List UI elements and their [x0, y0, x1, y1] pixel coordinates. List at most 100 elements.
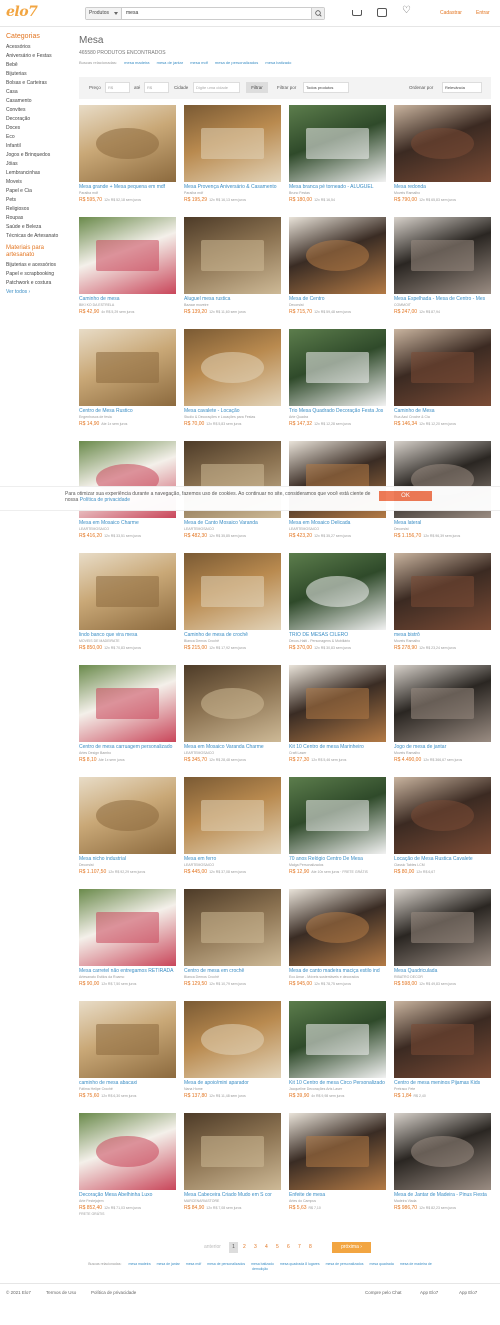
product-card[interactable]: Mesa Cabeceira Criado Mudo em S cor MARCE…	[184, 1113, 281, 1223]
product-image[interactable]	[394, 1113, 491, 1190]
product-image[interactable]	[79, 553, 176, 630]
related-search-link[interactable]: mesa quadrada 8 lugares	[280, 1262, 320, 1266]
related-search-link[interactable]: mesa madeira	[128, 1262, 150, 1266]
product-card[interactable]: lindo banco que vira mesa MOVEIS DE MADEI…	[79, 553, 176, 663]
product-store[interactable]: MARCENARIASTORE	[184, 1199, 281, 1203]
filter-button[interactable]: Filtrar	[246, 82, 268, 93]
product-store[interactable]: Artes Design Bambo	[79, 751, 176, 755]
product-title[interactable]: Mesa em Mosaico Charme	[79, 520, 176, 526]
privacy-link[interactable]: Política de privacidade	[91, 1290, 136, 1295]
product-store[interactable]: LEARTEMOSAICO	[184, 863, 281, 867]
product-image[interactable]	[289, 1001, 386, 1078]
tag-link[interactable]: mesa de jantar	[157, 60, 183, 65]
product-store[interactable]: Craft Laser	[289, 751, 386, 755]
sidebar-category-item[interactable]: Jóias	[6, 161, 68, 167]
product-image[interactable]	[289, 1113, 386, 1190]
product-title[interactable]: Enfeite de mesa	[289, 1192, 386, 1198]
related-search-link[interactable]: mesa de personalizados	[207, 1262, 245, 1266]
terms-link[interactable]: Termos de Uso	[46, 1290, 76, 1295]
login-link[interactable]: Entrar	[476, 10, 490, 16]
product-image[interactable]	[184, 329, 281, 406]
product-card[interactable]: Decoração Mesa Abelhinha Luxo Arte Festej…	[79, 1113, 176, 1223]
product-card[interactable]: Mesa Quadriculada RIBATRO DECOR R$ 598,00 1…	[394, 889, 491, 999]
product-card[interactable]: Aluguel mesa rustica Bazaar moveire R$ 139…	[184, 217, 281, 327]
search-button[interactable]	[311, 8, 324, 19]
product-store[interactable]: Moveis Ramalho	[394, 751, 491, 755]
product-image[interactable]	[79, 1001, 176, 1078]
search-input[interactable]: mesa	[126, 8, 138, 19]
sidebar-category-item[interactable]: Eco	[6, 134, 68, 140]
prev-page-button[interactable]: anterior	[204, 1242, 221, 1253]
product-card[interactable]: Jogo de mesa de jantar Moveis Ramalho R$ 4…	[394, 665, 491, 775]
product-image[interactable]	[79, 105, 176, 182]
price-min-input[interactable]: R$	[105, 82, 130, 93]
sidebar-category-item[interactable]: Infantil	[6, 143, 68, 149]
product-title[interactable]: Mesa Cabeceira Criado Mudo em S cor	[184, 1192, 281, 1198]
elo7-logo[interactable]: elo7	[6, 4, 38, 20]
related-search-link[interactable]: mesa de jantar	[157, 1262, 180, 1266]
product-image[interactable]	[394, 329, 491, 406]
product-title[interactable]: Caminho de mesa de crochê	[184, 632, 281, 638]
product-title[interactable]: 70 anos Relógio Centro De Mesa	[289, 856, 386, 862]
product-card[interactable]: caminho de mesa abacaxi Fátima Helipe Cro…	[79, 1001, 176, 1111]
product-card[interactable]: Mesa de Centro Decorsist R$ 715,70 12x R$ 5…	[289, 217, 386, 327]
product-image[interactable]	[289, 553, 386, 630]
product-card[interactable]: Caminho de mesa de crochê Bianca Demos Cr…	[184, 553, 281, 663]
product-title[interactable]: Kit 10 Centro de mesa Circo Personalizad…	[289, 1080, 386, 1086]
product-store[interactable]: Engenhosos de fesia	[79, 415, 176, 419]
product-card[interactable]: Enfeite de mesa Artes do Campus R$ 5,63 R$ …	[289, 1113, 386, 1223]
product-image[interactable]	[289, 889, 386, 966]
product-title[interactable]: Mesa Espelhada - Mesa de Centro - Mes	[394, 296, 491, 302]
product-card[interactable]: Mesa Provença Aniversário & Casamento Par…	[184, 105, 281, 215]
sidebar-category-item[interactable]: Técnicas de Artesanato	[6, 233, 68, 239]
product-title[interactable]: caminho de mesa abacaxi	[79, 1080, 176, 1086]
product-image[interactable]	[394, 553, 491, 630]
product-title[interactable]: Mesa de Centro	[289, 296, 386, 302]
product-card[interactable]: Kit 10 Centro de mesa Circo Personalizad…	[289, 1001, 386, 1111]
product-card[interactable]: Locação de Mesa Rustica Cavalete Classic …	[394, 777, 491, 887]
sidebar-category-item[interactable]: Papel e Cia	[6, 188, 68, 194]
sort-select[interactable]: Relevância	[442, 82, 482, 93]
page-8[interactable]: 8	[309, 1242, 312, 1253]
product-store[interactable]: Artesanato Estilos da Roamo	[79, 975, 176, 979]
product-image[interactable]	[79, 329, 176, 406]
product-title[interactable]: lindo banco que vira mesa	[79, 632, 176, 638]
product-card[interactable]: Mesa em ferro LEARTEMOSAICO R$ 445,00 12x R…	[184, 777, 281, 887]
product-image[interactable]	[79, 665, 176, 742]
product-card[interactable]: Caminho de mesa BIKI KO DA ESTRELA R$ 42,9…	[79, 217, 176, 327]
product-card[interactable]: Centro de mesa carruagem personalizado Ar…	[79, 665, 176, 775]
sidebar-category-item[interactable]: Casa	[6, 89, 68, 95]
product-store[interactable]: LEARTEMOSAICO	[184, 751, 281, 755]
product-title[interactable]: Mesa nicho industrial	[79, 856, 176, 862]
sidebar-category-item[interactable]: Decoração	[6, 116, 68, 122]
product-card[interactable]: Centro de mesa meninos Pijamas Kids Pretr…	[394, 1001, 491, 1111]
tag-link[interactable]: mesa madeira	[124, 60, 149, 65]
chat-icon[interactable]	[377, 8, 387, 17]
product-title[interactable]: Kit 10 Centro de mesa Marinheiro	[289, 744, 386, 750]
sidebar-category-item[interactable]: Convites	[6, 107, 68, 113]
tag-link[interactable]: mesa mdf	[190, 60, 208, 65]
product-store[interactable]: Arte Festejajem	[79, 1199, 176, 1203]
sidebar-category-item[interactable]: Bijuterias	[6, 71, 68, 77]
product-card[interactable]: Mesa de Jantar de Madeira - Pinus Fiesta…	[394, 1113, 491, 1223]
product-store[interactable]: Madeira Viada	[394, 1199, 491, 1203]
sidebar-category-item[interactable]: Saúde e Beleza	[6, 224, 68, 230]
cookie-ok-button[interactable]: OK	[379, 491, 432, 501]
product-store[interactable]: Jacqueline Decorações Arts Laser	[289, 1087, 386, 1091]
product-card[interactable]: Kit 10 Centro de mesa Marinheiro Craft La…	[289, 665, 386, 775]
product-image[interactable]	[289, 217, 386, 294]
sidebar-category-item[interactable]: Doces	[6, 125, 68, 131]
product-store[interactable]: Decorsist	[289, 303, 386, 307]
product-image[interactable]	[79, 217, 176, 294]
product-store[interactable]: Rua Azul Croche & Cia	[394, 415, 491, 419]
product-title[interactable]: Caminho de mesa	[79, 296, 176, 302]
product-card[interactable]: 70 anos Relógio Centro De Mesa Malga Pers…	[289, 777, 386, 887]
related-search-link[interactable]: mesa quadrada	[370, 1262, 394, 1266]
product-store[interactable]: COMMOIT	[394, 303, 491, 307]
next-page-button[interactable]: próxima ›	[332, 1242, 371, 1253]
product-title[interactable]: Jogo de mesa de jantar	[394, 744, 491, 750]
product-store[interactable]: Eco Amar - Móveis sustentáveis e decorad…	[289, 975, 386, 979]
app-android-link[interactable]: App Elo7	[459, 1290, 477, 1295]
product-title[interactable]: Mesa carretel não entregamos RETIRADA	[79, 968, 176, 974]
product-image[interactable]	[184, 105, 281, 182]
